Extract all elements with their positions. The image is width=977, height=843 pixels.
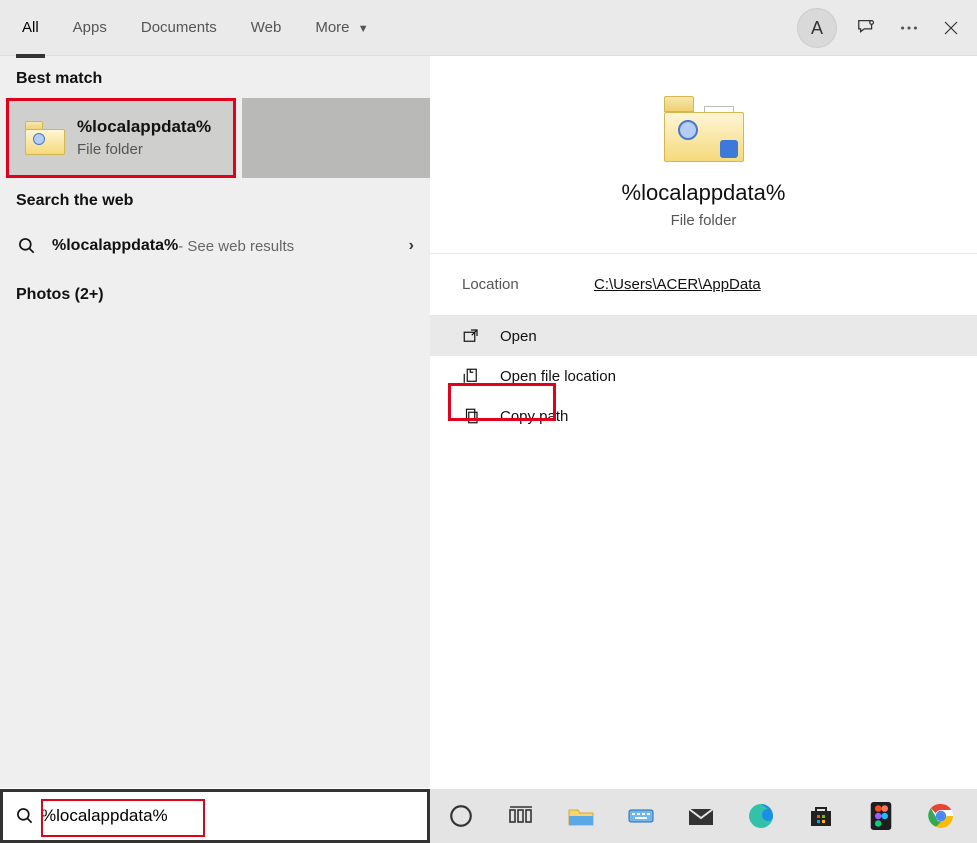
location-row: Location C:\Users\ACER\AppData	[430, 253, 977, 316]
edge-icon[interactable]	[744, 799, 778, 833]
figma-icon[interactable]	[864, 799, 898, 833]
open-icon	[462, 327, 484, 345]
search-icon	[15, 806, 35, 826]
chrome-icon[interactable]	[924, 799, 958, 833]
best-match-heading: Best match	[0, 56, 430, 98]
tab-more-label: More	[315, 19, 349, 36]
search-bar[interactable]	[0, 789, 430, 843]
detail-title: %localappdata%	[430, 180, 977, 206]
taskbar	[430, 789, 977, 843]
web-result-row[interactable]: %localappdata% - See web results ›	[0, 220, 430, 272]
feedback-icon[interactable]	[855, 16, 879, 40]
best-match-item[interactable]: %localappdata% File folder	[6, 98, 236, 178]
search-input[interactable]	[35, 804, 427, 828]
header-right: A	[797, 8, 963, 48]
task-view-icon[interactable]	[504, 799, 538, 833]
main-area: Best match %localappdata% File folder Se…	[0, 56, 977, 788]
action-copy-path[interactable]: Copy path	[430, 396, 977, 436]
web-result-query: %localappdata%	[52, 237, 178, 255]
best-match-text: %localappdata% File folder	[77, 116, 211, 159]
best-match-subtitle: File folder	[77, 139, 211, 160]
location-label: Location	[462, 276, 594, 293]
best-match-title: %localappdata%	[77, 116, 211, 138]
search-web-heading: Search the web	[0, 178, 430, 220]
keyboard-app-icon[interactable]	[624, 799, 658, 833]
chevron-right-icon: ›	[409, 237, 414, 255]
location-value[interactable]: C:\Users\ACER\AppData	[594, 276, 761, 293]
action-open[interactable]: Open	[430, 316, 977, 356]
folder-large-icon	[664, 96, 744, 162]
mail-icon[interactable]	[684, 799, 718, 833]
search-header: All Apps Documents Web More ▼ A	[0, 0, 977, 56]
avatar[interactable]: A	[797, 8, 837, 48]
detail-pane: %localappdata% File folder Location C:\U…	[430, 56, 977, 788]
close-icon[interactable]	[939, 16, 963, 40]
tab-web[interactable]: Web	[249, 13, 284, 42]
copy-icon	[462, 407, 484, 425]
tab-apps[interactable]: Apps	[71, 13, 109, 42]
search-icon	[16, 236, 38, 256]
more-options-icon[interactable]	[897, 16, 921, 40]
action-copy-path-label: Copy path	[500, 408, 568, 425]
store-icon[interactable]	[804, 799, 838, 833]
best-match-row: %localappdata% File folder	[0, 98, 430, 178]
tab-more[interactable]: More ▼	[313, 13, 370, 42]
action-list: Open Open file location Copy path	[430, 316, 977, 436]
chevron-down-icon: ▼	[358, 23, 369, 35]
filter-tabs: All Apps Documents Web More ▼	[20, 13, 371, 42]
detail-subtitle: File folder	[430, 212, 977, 229]
file-explorer-icon[interactable]	[564, 799, 598, 833]
folder-open-icon	[462, 367, 484, 385]
results-pane: Best match %localappdata% File folder Se…	[0, 56, 430, 788]
photos-heading[interactable]: Photos (2+)	[0, 272, 430, 314]
folder-icon	[25, 121, 65, 155]
cortana-icon[interactable]	[444, 799, 478, 833]
action-open-location-label: Open file location	[500, 368, 616, 385]
action-open-location[interactable]: Open file location	[430, 356, 977, 396]
tab-all[interactable]: All	[20, 13, 41, 42]
best-match-selection-bg	[242, 98, 430, 178]
tab-documents[interactable]: Documents	[139, 13, 219, 42]
action-open-label: Open	[500, 328, 537, 345]
web-result-suffix: - See web results	[178, 238, 294, 255]
